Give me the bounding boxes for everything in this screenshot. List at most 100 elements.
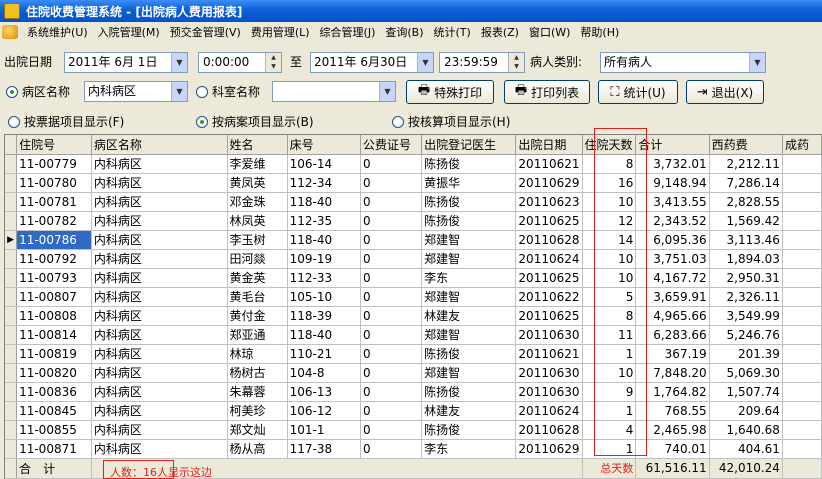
cell-days[interactable]: 1 <box>582 439 637 459</box>
cell-discharge-date[interactable]: 20110625 <box>515 306 583 326</box>
cell-bed[interactable]: 110-21 <box>287 344 362 364</box>
table-row[interactable]: 11-00871 内科病区 杨从高 117-38 0 李东 20110629 1 740.01 4… <box>5 439 822 459</box>
cell-public-id[interactable]: 0 <box>360 192 423 212</box>
cell-days[interactable]: 8 <box>582 154 637 174</box>
table-row[interactable]: 11-00808 内科病区 黄付金 118-39 0 林建友 20110625 8 4,965.… <box>5 306 822 326</box>
cell-patent-med[interactable] <box>782 211 822 231</box>
cell-days[interactable]: 14 <box>582 230 637 250</box>
end-time-input[interactable]: 23:59:59 ▲ ▼ <box>439 52 525 73</box>
cell-total[interactable]: 768.55 <box>635 401 710 421</box>
cell-bed[interactable]: 112-33 <box>287 268 362 288</box>
cell-patent-med[interactable] <box>782 420 822 440</box>
header-days[interactable]: 住院天数 <box>582 135 637 155</box>
cell-total[interactable]: 2,343.52 <box>635 211 710 231</box>
cell-western-med[interactable]: 1,894.03 <box>709 249 783 269</box>
cell-western-med[interactable]: 1,569.42 <box>709 211 783 231</box>
cell-days[interactable]: 11 <box>582 325 637 345</box>
cell-admission-no[interactable]: 11-00780 <box>16 173 92 193</box>
cell-ward[interactable]: 内科病区 <box>91 439 228 459</box>
cell-ward[interactable]: 内科病区 <box>91 154 228 174</box>
cell-total[interactable]: 4,965.66 <box>635 306 710 326</box>
cell-discharge-date[interactable]: 20110622 <box>515 287 583 307</box>
radio-selected-icon[interactable] <box>6 85 18 98</box>
cell-bed[interactable]: 106-14 <box>287 154 362 174</box>
cell-name[interactable]: 柯美珍 <box>227 401 288 421</box>
row-indicator[interactable] <box>5 306 18 326</box>
cell-discharge-date[interactable]: 20110629 <box>515 173 583 193</box>
view-by-accounting-radio[interactable]: 按核算项目显示(H) <box>392 113 510 130</box>
header-ward[interactable]: 病区名称 <box>91 135 228 155</box>
cell-western-med[interactable]: 5,246.76 <box>709 325 783 345</box>
cell-total[interactable]: 367.19 <box>635 344 710 364</box>
cell-admission-no[interactable]: 11-00836 <box>16 382 92 402</box>
cell-public-id[interactable]: 0 <box>360 306 423 326</box>
cell-patent-med[interactable] <box>782 249 822 269</box>
cell-days[interactable]: 1 <box>582 344 637 364</box>
cell-days[interactable]: 4 <box>582 420 637 440</box>
cell-bed[interactable]: 112-34 <box>287 173 362 193</box>
table-row[interactable]: 11-00855 内科病区 郑文灿 101-1 0 陈扬俊 20110628 4 2,465.9… <box>5 420 822 440</box>
menu-fees[interactable]: 费用管理(L) <box>246 24 315 40</box>
cell-days[interactable]: 8 <box>582 306 637 326</box>
cell-discharge-date[interactable]: 20110621 <box>515 344 583 364</box>
cell-bed[interactable]: 118-40 <box>287 325 362 345</box>
cell-total[interactable]: 740.01 <box>635 439 710 459</box>
cell-western-med[interactable]: 2,950.31 <box>709 268 783 288</box>
cell-ward[interactable]: 内科病区 <box>91 268 228 288</box>
cell-admission-no[interactable]: 11-00819 <box>16 344 92 364</box>
cell-admission-no[interactable]: 11-00779 <box>16 154 92 174</box>
patient-type-select[interactable]: 所有病人 ▼ <box>600 52 766 73</box>
radio-unselected-icon[interactable] <box>196 85 208 98</box>
cell-doctor[interactable]: 郑建智 <box>421 230 517 250</box>
cell-discharge-date[interactable]: 20110628 <box>515 230 583 250</box>
header-name[interactable]: 姓名 <box>227 135 288 155</box>
cell-days[interactable]: 10 <box>582 249 637 269</box>
row-indicator[interactable] <box>5 211 18 231</box>
cell-ward[interactable]: 内科病区 <box>91 249 228 269</box>
table-row[interactable]: 11-00781 内科病区 邓金珠 118-40 0 陈扬俊 20110623 10 3,413… <box>5 192 822 212</box>
end-date-picker[interactable]: 2011年 6月30日 ▼ <box>310 52 434 73</box>
cell-name[interactable]: 郑文灿 <box>227 420 288 440</box>
patient-fee-grid[interactable]: 住院号 病区名称 姓名 床号 公费证号 出院登记医生 出院日期 住院天数 合计 … <box>4 134 822 479</box>
cell-public-id[interactable]: 0 <box>360 420 423 440</box>
cell-days[interactable]: 10 <box>582 363 637 383</box>
spin-down-icon[interactable]: ▼ <box>509 62 524 71</box>
dept-radio[interactable]: 科室名称 <box>196 83 260 100</box>
cell-public-id[interactable]: 0 <box>360 268 423 288</box>
end-time-spinner[interactable]: ▲ ▼ <box>508 53 524 72</box>
cell-total[interactable]: 6,283.66 <box>635 325 710 345</box>
header-doctor[interactable]: 出院登记医生 <box>421 135 517 155</box>
cell-western-med[interactable]: 2,326.11 <box>709 287 783 307</box>
cell-western-med[interactable]: 7,286.14 <box>709 173 783 193</box>
cell-ward[interactable]: 内科病区 <box>91 192 228 212</box>
cell-western-med[interactable]: 1,507.74 <box>709 382 783 402</box>
cell-total[interactable]: 1,764.82 <box>635 382 710 402</box>
cell-total[interactable]: 3,659.91 <box>635 287 710 307</box>
cell-name[interactable]: 李玉树 <box>227 230 288 250</box>
exit-button[interactable]: ⇥ 退出(X) <box>686 80 764 104</box>
table-row[interactable]: 11-00819 内科病区 林琼 110-21 0 陈扬俊 20110621 1 367.19 2… <box>5 344 822 364</box>
cell-discharge-date[interactable]: 20110629 <box>515 439 583 459</box>
document-menu-icon[interactable] <box>2 25 18 39</box>
menu-window[interactable]: 窗口(W) <box>524 24 575 40</box>
cell-ward[interactable]: 内科病区 <box>91 230 228 250</box>
radio-selected-icon[interactable] <box>196 115 208 128</box>
table-row[interactable]: 11-00845 内科病区 柯美珍 106-12 0 林建友 20110624 1 768.55… <box>5 401 822 421</box>
row-indicator[interactable] <box>5 344 18 364</box>
cell-western-med[interactable]: 404.61 <box>709 439 783 459</box>
cell-name[interactable]: 黄金英 <box>227 268 288 288</box>
table-row[interactable]: 11-00779 内科病区 李爱维 106-14 0 陈扬俊 20110621 8 3,732.… <box>5 154 822 174</box>
cell-bed[interactable]: 117-38 <box>287 439 362 459</box>
cell-doctor[interactable]: 郑建智 <box>421 325 517 345</box>
cell-total[interactable]: 4,167.72 <box>635 268 710 288</box>
cell-bed[interactable]: 105-10 <box>287 287 362 307</box>
cell-public-id[interactable]: 0 <box>360 211 423 231</box>
row-indicator[interactable] <box>5 382 18 402</box>
cell-ward[interactable]: 内科病区 <box>91 287 228 307</box>
cell-bed[interactable]: 118-39 <box>287 306 362 326</box>
cell-admission-no[interactable]: 11-00786 <box>16 230 92 250</box>
cell-discharge-date[interactable]: 20110630 <box>515 325 583 345</box>
header-total[interactable]: 合计 <box>635 135 710 155</box>
menu-reports[interactable]: 报表(Z) <box>476 24 524 40</box>
chevron-down-icon[interactable]: ▼ <box>171 82 187 101</box>
